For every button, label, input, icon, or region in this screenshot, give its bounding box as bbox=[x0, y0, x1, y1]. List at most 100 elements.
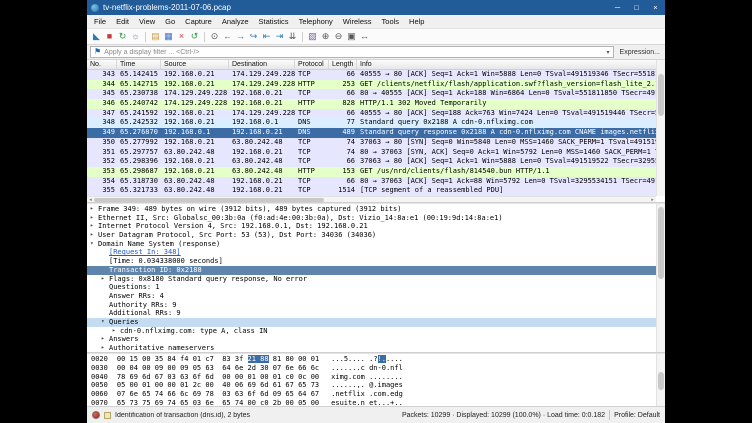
expand-arrow-icon[interactable] bbox=[101, 292, 109, 301]
packet-row[interactable]: 353 65.298687 192.168.0.21 63.80.242.48 … bbox=[87, 167, 665, 177]
detail-row[interactable]: ▾ Domain Name System (response) bbox=[87, 240, 665, 249]
packet-row[interactable]: 354 65.318730 63.80.242.48 192.168.0.21 … bbox=[87, 177, 665, 187]
expand-arrow-icon[interactable] bbox=[101, 266, 109, 275]
menu-item[interactable]: Help bbox=[404, 15, 429, 28]
packet-list-hscrollbar[interactable]: ◂ ▸ bbox=[87, 196, 656, 202]
find-packet-icon[interactable]: ⊙ bbox=[208, 29, 221, 44]
expand-arrow-icon[interactable]: ▸ bbox=[90, 222, 98, 231]
detail-row[interactable]: ▸ Ethernet II, Src: Globalsc_00:3b:0a (f… bbox=[87, 214, 665, 223]
hex-row[interactable]: 0020 00 15 00 35 84 f4 01 c7 83 3f 21 88… bbox=[87, 355, 665, 364]
close-button[interactable]: × bbox=[646, 0, 665, 15]
expand-arrow-icon[interactable]: ▸ bbox=[101, 275, 109, 284]
hex-row[interactable]: 0040 78 69 6d 67 03 63 6f 6d 00 00 01 00… bbox=[87, 373, 665, 382]
column-header[interactable]: No. bbox=[87, 60, 117, 69]
column-header[interactable]: Destination bbox=[229, 60, 295, 69]
profile-text[interactable]: Profile: Default bbox=[614, 412, 660, 419]
menu-item[interactable]: Statistics bbox=[254, 15, 294, 28]
restart-capture-icon[interactable]: ↻ bbox=[116, 29, 129, 44]
first-packet-icon[interactable]: ⇤ bbox=[260, 29, 273, 44]
packet-row[interactable]: 348 65.242532 192.168.0.21 192.168.0.1 D… bbox=[87, 118, 665, 128]
expand-arrow-icon[interactable]: ▸ bbox=[90, 231, 98, 240]
vscroll-thumb[interactable] bbox=[658, 74, 664, 116]
filter-dropdown-icon[interactable]: ▾ bbox=[607, 49, 610, 56]
detail-row[interactable]: ▾ Queries bbox=[87, 318, 665, 327]
expert-info-icon[interactable] bbox=[92, 411, 100, 419]
zoom-100-icon[interactable]: ▣ bbox=[345, 29, 358, 44]
packet-row[interactable]: 349 65.276870 192.168.0.1 192.168.0.21 D… bbox=[87, 128, 665, 138]
expression-button[interactable]: Expression... bbox=[618, 49, 662, 56]
packet-row[interactable]: 343 65.142415 192.168.0.21 174.129.249.2… bbox=[87, 70, 665, 80]
menu-item[interactable]: Go bbox=[160, 15, 180, 28]
menu-item[interactable]: Wireless bbox=[338, 15, 377, 28]
colorize-icon[interactable]: ▧ bbox=[306, 29, 319, 44]
packet-list-vscrollbar[interactable] bbox=[656, 60, 665, 196]
resize-columns-icon[interactable]: ↔ bbox=[358, 29, 371, 44]
packet-row[interactable]: 347 65.241592 192.168.0.21 174.129.249.2… bbox=[87, 109, 665, 119]
column-header[interactable]: Protocol bbox=[295, 60, 329, 69]
scroll-right-icon[interactable]: ▸ bbox=[649, 197, 656, 203]
packet-row[interactable]: 351 65.297757 63.80.242.48 192.168.0.21 … bbox=[87, 148, 665, 158]
menu-item[interactable]: Analyze bbox=[217, 15, 254, 28]
detail-row[interactable]: ▸ Internet Protocol Version 4, Src: 192.… bbox=[87, 222, 665, 231]
detail-row[interactable]: ▸ Flags: 0x8180 Standard query response,… bbox=[87, 275, 665, 284]
column-header[interactable]: Source bbox=[161, 60, 229, 69]
menu-item[interactable]: Tools bbox=[377, 15, 405, 28]
minimize-button[interactable]: ─ bbox=[608, 0, 627, 15]
maximize-button[interactable]: □ bbox=[627, 0, 646, 15]
detail-row[interactable]: Authority RRs: 9 bbox=[87, 301, 665, 310]
hex-row[interactable]: 0070 65 73 75 69 74 65 03 6e 65 74 00 c0… bbox=[87, 399, 665, 406]
detail-row[interactable]: Answer RRs: 4 bbox=[87, 292, 665, 301]
packet-row[interactable]: 350 65.277992 192.168.0.21 63.80.242.48 … bbox=[87, 138, 665, 148]
close-file-icon[interactable]: × bbox=[175, 29, 188, 44]
menu-item[interactable]: View bbox=[134, 15, 160, 28]
details-vscroll-thumb[interactable] bbox=[658, 207, 664, 279]
detail-row[interactable]: ▸ Authoritative nameservers bbox=[87, 344, 665, 352]
detail-row[interactable]: [Request In: 348] bbox=[87, 248, 665, 257]
toolbar-separator[interactable] bbox=[302, 32, 303, 42]
hex-row[interactable]: 0030 00 04 00 09 00 09 05 63 64 6e 2d 30… bbox=[87, 364, 665, 373]
expand-arrow-icon[interactable]: ▸ bbox=[90, 205, 98, 214]
go-back-icon[interactable]: ← bbox=[221, 29, 234, 44]
menu-item[interactable]: Capture bbox=[180, 15, 217, 28]
column-header[interactable]: Length bbox=[329, 60, 357, 69]
column-header[interactable]: Info bbox=[357, 60, 665, 69]
save-file-icon[interactable]: ▦ bbox=[162, 29, 175, 44]
capture-options-icon[interactable]: ☼ bbox=[129, 29, 142, 44]
detail-row[interactable]: Questions: 1 bbox=[87, 283, 665, 292]
detail-row[interactable]: [Time: 0.034338000 seconds] bbox=[87, 257, 665, 266]
detail-row[interactable]: ▸ Frame 349: 489 bytes on wire (3912 bit… bbox=[87, 205, 665, 214]
packet-row[interactable]: 344 65.142715 192.168.0.21 174.129.249.2… bbox=[87, 80, 665, 90]
hscroll-thumb[interactable] bbox=[94, 198, 324, 202]
expand-arrow-icon[interactable]: ▸ bbox=[101, 344, 109, 352]
packet-row[interactable]: 345 65.230738 174.129.249.228 192.168.0.… bbox=[87, 89, 665, 99]
open-file-icon[interactable]: ▤ bbox=[149, 29, 162, 44]
expand-arrow-icon[interactable]: ▸ bbox=[90, 214, 98, 223]
detail-row[interactable]: ▸ cdn-0.nflximg.com: type A, class IN bbox=[87, 327, 665, 336]
expand-arrow-icon[interactable] bbox=[101, 283, 109, 292]
scroll-left-icon[interactable]: ◂ bbox=[87, 197, 94, 203]
column-header[interactable]: Time bbox=[117, 60, 161, 69]
toolbar-separator[interactable] bbox=[145, 32, 146, 42]
expand-arrow-icon[interactable]: ▾ bbox=[101, 318, 109, 327]
go-forward-icon[interactable]: → bbox=[234, 29, 247, 44]
menu-item[interactable]: Edit bbox=[111, 15, 134, 28]
expand-arrow-icon[interactable] bbox=[101, 257, 109, 266]
expand-arrow-icon[interactable] bbox=[101, 301, 109, 310]
detail-row[interactable]: ▸ User Datagram Protocol, Src Port: 53 (… bbox=[87, 231, 665, 240]
zoom-out-icon[interactable]: ⊖ bbox=[332, 29, 345, 44]
hex-row[interactable]: 0050 05 00 01 00 00 01 2c 00 40 06 69 6d… bbox=[87, 381, 665, 390]
expand-arrow-icon[interactable]: ▸ bbox=[112, 327, 120, 336]
toolbar-separator[interactable] bbox=[204, 32, 205, 42]
details-vscrollbar[interactable] bbox=[656, 204, 665, 352]
capture-comment-icon[interactable] bbox=[104, 412, 111, 419]
detail-row[interactable]: Additional RRs: 9 bbox=[87, 309, 665, 318]
zoom-in-icon[interactable]: ⊕ bbox=[319, 29, 332, 44]
packet-row[interactable]: 352 65.298396 192.168.0.21 63.80.242.48 … bbox=[87, 157, 665, 167]
start-capture-icon[interactable]: ◣ bbox=[90, 29, 103, 44]
expand-arrow-icon[interactable]: ▾ bbox=[90, 240, 98, 249]
hex-vscroll-thumb[interactable] bbox=[658, 372, 664, 390]
packet-row[interactable]: 355 65.321733 63.80.242.48 192.168.0.21 … bbox=[87, 186, 665, 196]
expand-arrow-icon[interactable] bbox=[101, 248, 109, 257]
stop-capture-icon[interactable]: ■ bbox=[103, 29, 116, 44]
detail-row[interactable]: ▸ Answers bbox=[87, 335, 665, 344]
